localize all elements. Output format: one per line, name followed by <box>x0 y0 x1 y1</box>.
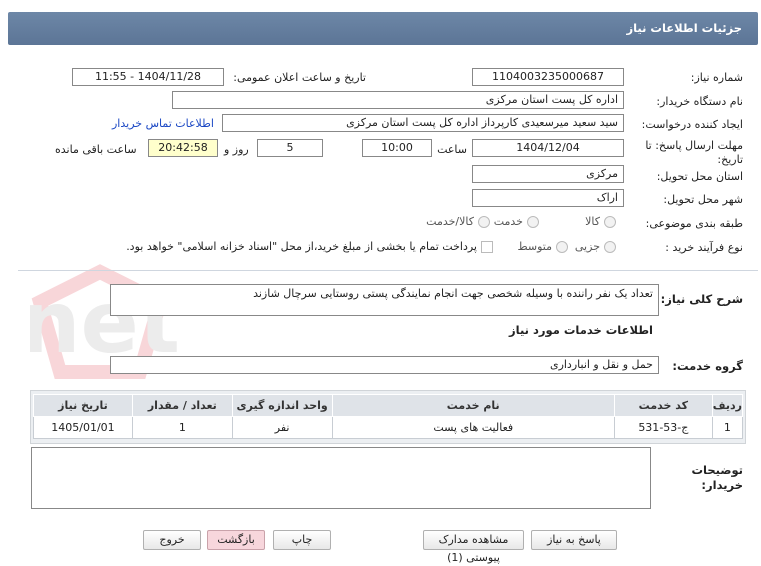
deadline-time-field: 10:00 <box>362 139 432 157</box>
col-date-header: تاریخ نیاز <box>33 394 133 417</box>
cell-qty: 1 <box>131 416 233 439</box>
need-number-label: شماره نیاز: <box>690 71 743 84</box>
exit-button[interactable]: خروج <box>143 530 201 550</box>
process-label: نوع فرآیند خرید : <box>665 241 743 254</box>
process-option-minor[interactable]: جزیی <box>575 240 616 253</box>
buyer-notes-textarea[interactable] <box>31 447 651 509</box>
services-section-title: اطلاعات خدمات مورد نیاز <box>509 323 653 337</box>
col-name-header: نام خدمت <box>331 394 615 417</box>
city-field: اراک <box>472 189 624 207</box>
province-field: مرکزی <box>472 165 624 183</box>
announce-label: تاریخ و ساعت اعلان عمومی: <box>233 71 366 84</box>
need-number-field: 1104003235000687 <box>472 68 624 86</box>
remaining-time-field: 20:42:58 <box>148 139 218 157</box>
col-qty-header: تعداد / مقدار <box>131 394 233 417</box>
description-label: شرح کلی نیاز: <box>660 292 743 306</box>
description-textarea[interactable]: تعداد یک نفر راننده با وسیله شخصی جهت ان… <box>110 284 659 316</box>
page-title: جزئیات اطلاعات نیاز <box>626 21 742 35</box>
days-field: 5 <box>257 139 323 157</box>
service-group-label: گروه خدمت: <box>672 359 743 373</box>
buyer-notes-label: توضیحات <box>691 463 744 477</box>
contact-buyer-link[interactable]: اطلاعات تماس خریدار <box>112 117 214 130</box>
checkbox-icon[interactable] <box>481 240 493 253</box>
city-label: شهر محل تحویل: <box>663 193 743 206</box>
category-option-service[interactable]: خدمت <box>494 215 539 228</box>
divider <box>18 270 758 271</box>
deadline-label: مهلت ارسال پاسخ: تا <box>645 139 743 152</box>
requester-label: ایجاد کننده درخواست: <box>641 118 743 131</box>
remaining-label: ساعت باقی مانده <box>55 143 137 156</box>
col-code-header: کد خدمت <box>613 394 713 417</box>
table-header-row: ردیف کد خدمت نام خدمت واحد اندازه گیری ت… <box>33 394 744 417</box>
back-button[interactable]: بازگشت <box>207 530 265 550</box>
buyer-org-field: اداره کل پست استان مرکزی <box>172 91 624 109</box>
radio-icon[interactable] <box>556 240 568 253</box>
col-row-header: ردیف <box>711 394 744 417</box>
cell-code: ج-53-531 <box>613 416 713 439</box>
buyer-org-label: نام دستگاه خریدار: <box>656 95 743 108</box>
process-option-medium[interactable]: متوسط <box>517 240 568 253</box>
deadline-date-field: 1404/12/04 <box>472 139 624 157</box>
table-row: 1 ج-53-531 فعالیت های پست نفر 1 1405/01/… <box>33 416 744 439</box>
services-table: ردیف کد خدمت نام خدمت واحد اندازه گیری ت… <box>33 394 744 439</box>
description-text: تعداد یک نفر راننده با وسیله شخصی جهت ان… <box>253 287 653 300</box>
announce-field: 1404/11/28 - 11:55 <box>72 68 224 86</box>
col-unit-header: واحد اندازه گیری <box>231 394 333 417</box>
cell-unit: نفر <box>231 416 333 439</box>
print-button[interactable]: چاپ <box>273 530 331 550</box>
cell-row: 1 <box>711 416 744 439</box>
time-label: ساعت <box>437 143 467 156</box>
radio-icon[interactable] <box>604 215 616 228</box>
requester-field: سید سعید میرسعیدی کارپرداز اداره کل پست … <box>222 114 624 132</box>
radio-icon[interactable] <box>604 240 616 253</box>
radio-icon[interactable] <box>527 215 539 228</box>
attachments-button[interactable]: مشاهده مدارک پیوستی (1) <box>423 530 524 564</box>
cell-name: فعالیت های پست <box>331 416 615 439</box>
buyer-notes-label-2: خریدار: <box>701 478 743 492</box>
service-group-field: حمل و نقل و انبارداری <box>110 356 659 374</box>
treasury-payment-checkbox[interactable]: پرداخت تمام یا بخشی از مبلغ خرید،از محل … <box>126 240 493 253</box>
category-label: طبقه بندی موضوعی: <box>645 217 743 230</box>
category-option-goods-service[interactable]: کالا/خدمت <box>426 215 490 228</box>
cell-date: 1405/01/01 <box>33 416 133 439</box>
radio-icon[interactable] <box>478 215 490 228</box>
days-label: روز و <box>224 143 249 156</box>
category-option-goods[interactable]: کالا <box>585 215 616 228</box>
page-header: جزئیات اطلاعات نیاز <box>8 12 758 45</box>
reply-button[interactable]: پاسخ به نیاز <box>531 530 617 550</box>
deadline-date-label: تاریخ: <box>717 153 743 166</box>
province-label: استان محل تحویل: <box>656 170 743 183</box>
